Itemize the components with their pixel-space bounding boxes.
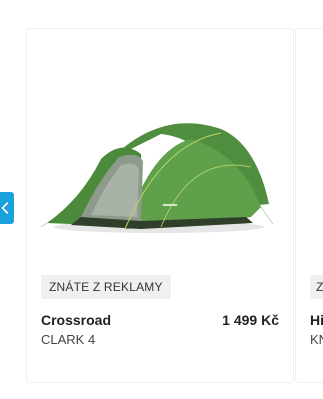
product-model[interactable]: CLARK 4 <box>41 332 95 347</box>
product-card[interactable]: ZNÁTE Z REKLAMY Crossroad CLARK 4 1 499 … <box>26 28 294 383</box>
next-product-brand[interactable]: Hi <box>310 312 323 328</box>
next-product-card[interactable]: ZNÁTE Z REKLAMY Hi KN <box>295 28 323 383</box>
ad-badge: ZNÁTE Z REKLAMY <box>41 275 171 299</box>
product-price: 1 499 Kč <box>222 312 279 328</box>
product-brand[interactable]: Crossroad <box>41 312 111 328</box>
next-ad-badge: ZNÁTE Z REKLAMY <box>310 275 323 299</box>
carousel-prev-button[interactable] <box>0 192 14 224</box>
product-carousel: ZNÁTE Z REKLAMY Crossroad CLARK 4 1 499 … <box>0 0 323 399</box>
next-product-model[interactable]: KN <box>310 332 323 347</box>
chevron-left-icon <box>1 202 9 214</box>
product-image-tent[interactable] <box>41 99 273 249</box>
